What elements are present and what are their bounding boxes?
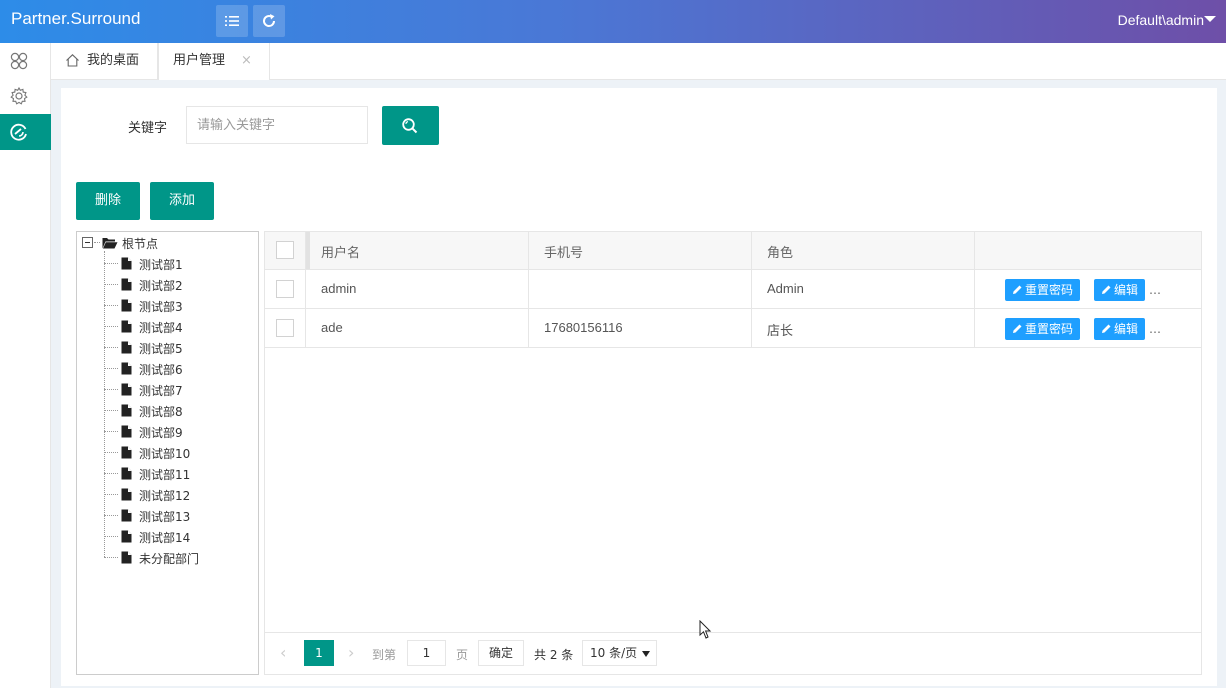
edit-button[interactable]: 编辑: [1094, 318, 1145, 340]
column-header-phone[interactable]: 手机号: [544, 242, 583, 261]
pencil-icon: [1102, 285, 1111, 294]
goto-page-input[interactable]: 1: [407, 640, 446, 666]
gear-icon: [10, 86, 28, 105]
reset-password-button[interactable]: 重置密码: [1005, 279, 1080, 301]
column-header-role[interactable]: 角色: [767, 242, 793, 261]
page-current[interactable]: 1: [304, 640, 334, 666]
select-all-checkbox[interactable]: [276, 241, 294, 259]
file-icon: [121, 551, 132, 564]
folder-open-icon: [102, 238, 118, 249]
cell-username: admin: [321, 281, 357, 296]
file-icon: [121, 362, 132, 375]
chevron-down-icon[interactable]: [1204, 16, 1216, 22]
file-icon: [121, 257, 132, 270]
add-button[interactable]: 添加: [150, 182, 214, 220]
refresh-icon: [263, 14, 276, 27]
tree-node-label: 测试部7: [139, 384, 183, 398]
file-icon: [121, 404, 132, 417]
file-icon: [121, 383, 132, 396]
dropdown-arrow-icon: [642, 651, 650, 657]
tab-desktop[interactable]: 我的桌面: [51, 43, 158, 80]
tree-node-label: 测试部1: [139, 258, 183, 272]
sidebar-item-modules[interactable]: [0, 43, 51, 79]
file-icon: [121, 488, 132, 501]
tab-label: 用户管理: [173, 53, 226, 68]
left-sidebar: [0, 43, 51, 688]
file-icon: [121, 320, 132, 333]
delete-button[interactable]: 删除: [76, 182, 140, 220]
file-icon: [121, 278, 132, 291]
file-icon: [121, 530, 132, 543]
search-button[interactable]: [382, 106, 439, 145]
tree-node-label: 测试部6: [139, 363, 183, 377]
goto-label: 到第: [372, 648, 397, 662]
menu-toggle-button[interactable]: [216, 5, 248, 37]
sidebar-item-dashboard[interactable]: [0, 114, 51, 150]
collapse-icon[interactable]: [82, 237, 93, 248]
cell-role: 店长: [767, 324, 794, 339]
more-actions[interactable]: …: [1149, 322, 1161, 336]
tree-node-label: 测试部9: [139, 426, 183, 440]
file-icon: [121, 446, 132, 459]
mouse-cursor-icon: [699, 620, 712, 639]
total-count: 共 2 条: [534, 648, 574, 662]
app-logo: Partner.Surround: [11, 9, 141, 28]
column-header-username[interactable]: 用户名: [321, 242, 360, 261]
row-checkbox[interactable]: [276, 319, 294, 337]
tree-node-label: 测试部4: [139, 321, 183, 335]
tab-user-management[interactable]: 用户管理 ×: [158, 43, 270, 81]
tree-node-label: 未分配部门: [139, 552, 200, 566]
user-menu[interactable]: Default\admin: [1118, 12, 1204, 28]
pencil-icon: [1013, 324, 1022, 333]
gauge-icon: [10, 123, 27, 141]
clover-icon: [10, 52, 28, 70]
tree-node-label: 测试部5: [139, 342, 183, 356]
search-icon: [402, 118, 418, 134]
row-checkbox[interactable]: [276, 280, 294, 298]
pencil-icon: [1013, 285, 1022, 294]
edit-button[interactable]: 编辑: [1094, 279, 1145, 301]
prev-page-button[interactable]: ‹: [280, 643, 286, 662]
tree-node-label: 测试部8: [139, 405, 183, 419]
tree-node-label: 测试部13: [139, 510, 191, 524]
top-header: Partner.Surround Default\admin: [0, 0, 1226, 43]
cell-role: Admin: [767, 281, 804, 296]
tree-root-label: 根节点: [122, 237, 159, 251]
search-input[interactable]: [186, 106, 368, 144]
list-icon: [225, 16, 239, 26]
sidebar-item-settings[interactable]: [0, 78, 51, 114]
tab-label: 我的桌面: [87, 53, 140, 68]
tree-node-label: 测试部2: [139, 279, 183, 293]
file-icon: [121, 299, 132, 312]
tab-bar: 我的桌面 用户管理 ×: [51, 43, 1226, 81]
pencil-icon: [1102, 324, 1111, 333]
goto-confirm-button[interactable]: 确定: [478, 640, 524, 666]
file-icon: [121, 425, 132, 438]
more-actions[interactable]: …: [1149, 283, 1161, 297]
column-resize-handle[interactable]: [306, 232, 310, 269]
page-size-select[interactable]: 10 条/页: [582, 640, 657, 666]
next-page-button[interactable]: ›: [348, 643, 354, 662]
tree-node-label: 测试部12: [139, 489, 191, 503]
home-icon: [66, 54, 79, 67]
file-icon: [121, 509, 132, 522]
keyword-label: 关键字: [128, 121, 168, 136]
tree-node-label: 测试部3: [139, 300, 183, 314]
file-icon: [121, 467, 132, 480]
tree-node-label: 测试部11: [139, 468, 191, 482]
reset-password-button[interactable]: 重置密码: [1005, 318, 1080, 340]
page-unit-label: 页: [456, 648, 469, 662]
close-icon[interactable]: ×: [241, 43, 252, 79]
file-icon: [121, 341, 132, 354]
tree-node-label: 测试部10: [139, 447, 191, 461]
tree-guide-line: [104, 251, 105, 557]
cell-phone: 17680156116: [544, 320, 623, 335]
refresh-button[interactable]: [253, 5, 285, 37]
tree-node-label: 测试部14: [139, 531, 191, 545]
cell-username: ade: [321, 320, 343, 335]
table-header: [265, 232, 1201, 269]
